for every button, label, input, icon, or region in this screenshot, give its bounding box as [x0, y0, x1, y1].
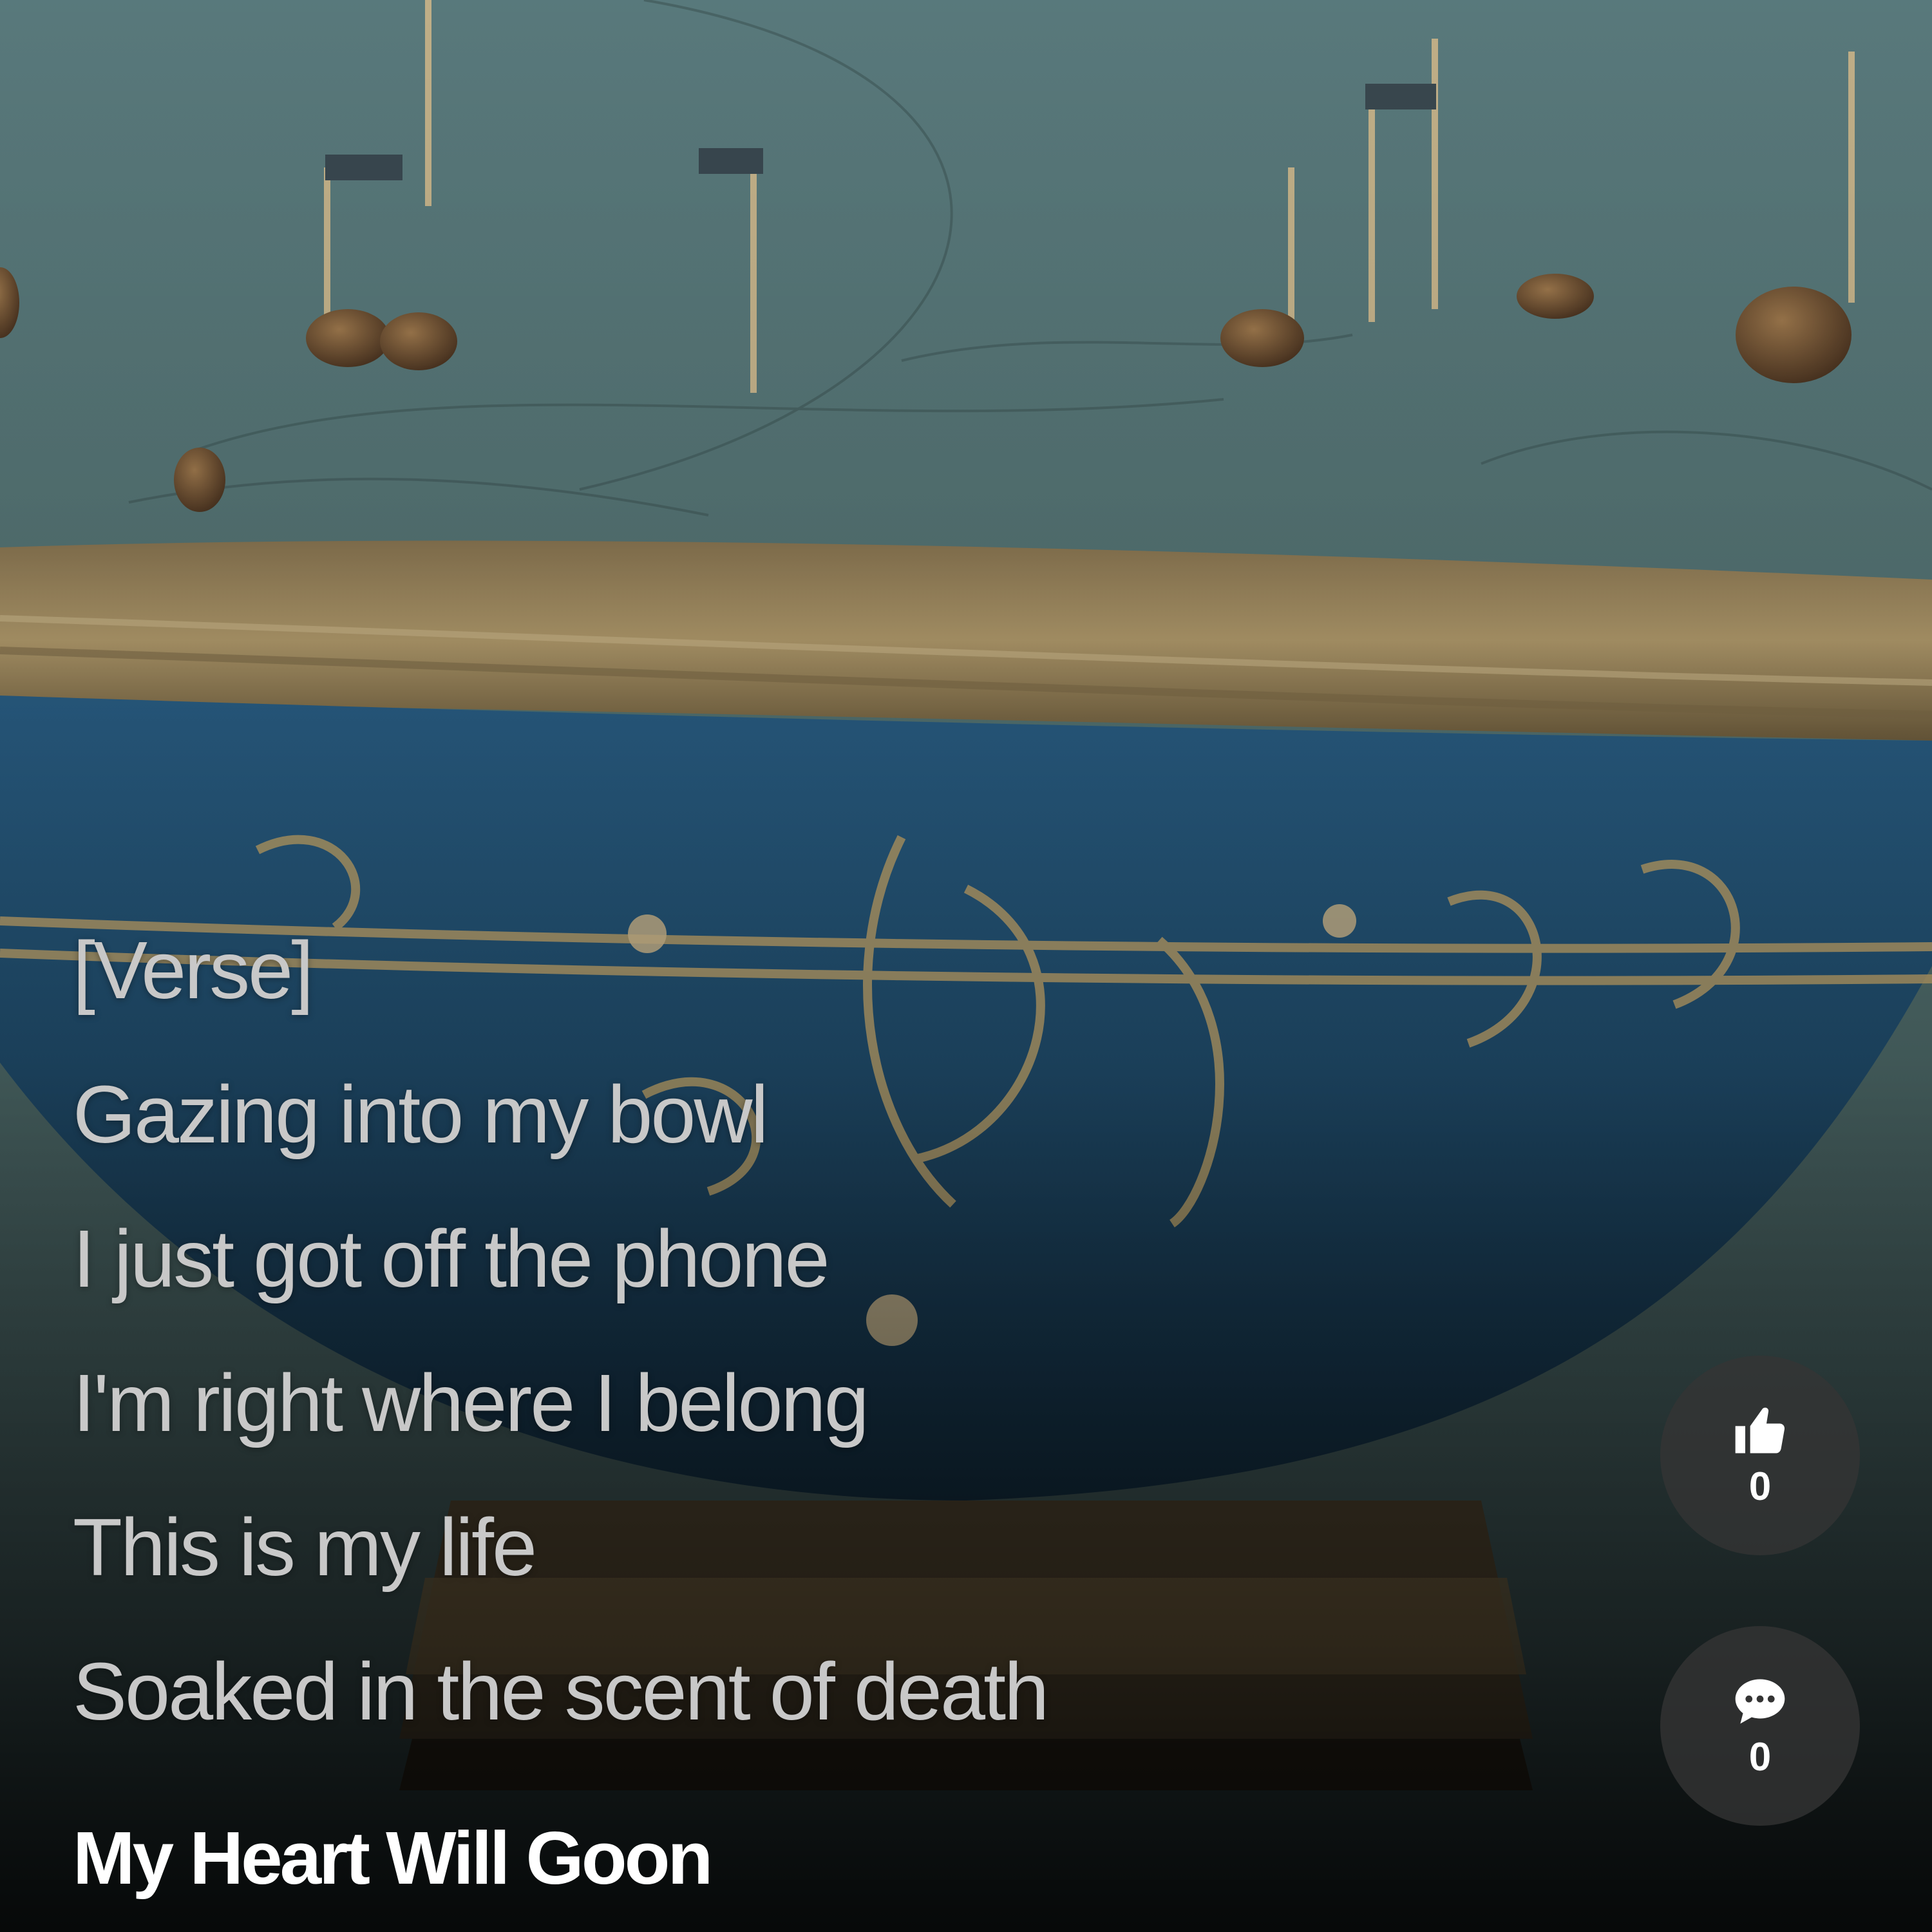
like-button[interactable]: 0 [1660, 1356, 1860, 1555]
lyric-line: This is my life [73, 1502, 537, 1593]
song-title[interactable]: My Heart Will Goon [73, 1813, 713, 1903]
lyric-line: Gazing into my bowl [73, 1069, 769, 1160]
lyric-line: I just got off the phone [73, 1213, 830, 1304]
comment-count: 0 [1748, 1735, 1772, 1779]
thumbs-up-icon [1735, 1407, 1785, 1454]
comment-bubble-icon [1735, 1679, 1785, 1724]
lyric-line: Soaked in the scent of death [73, 1646, 1049, 1737]
lyric-line: [Verse] [73, 925, 314, 1016]
comment-button[interactable]: 0 [1660, 1626, 1860, 1826]
like-count: 0 [1748, 1464, 1772, 1509]
lyrics-panel: [Verse] Gazing into my bowl I just got o… [73, 898, 1049, 1764]
lyric-line: I'm right where I belong [73, 1358, 869, 1448]
